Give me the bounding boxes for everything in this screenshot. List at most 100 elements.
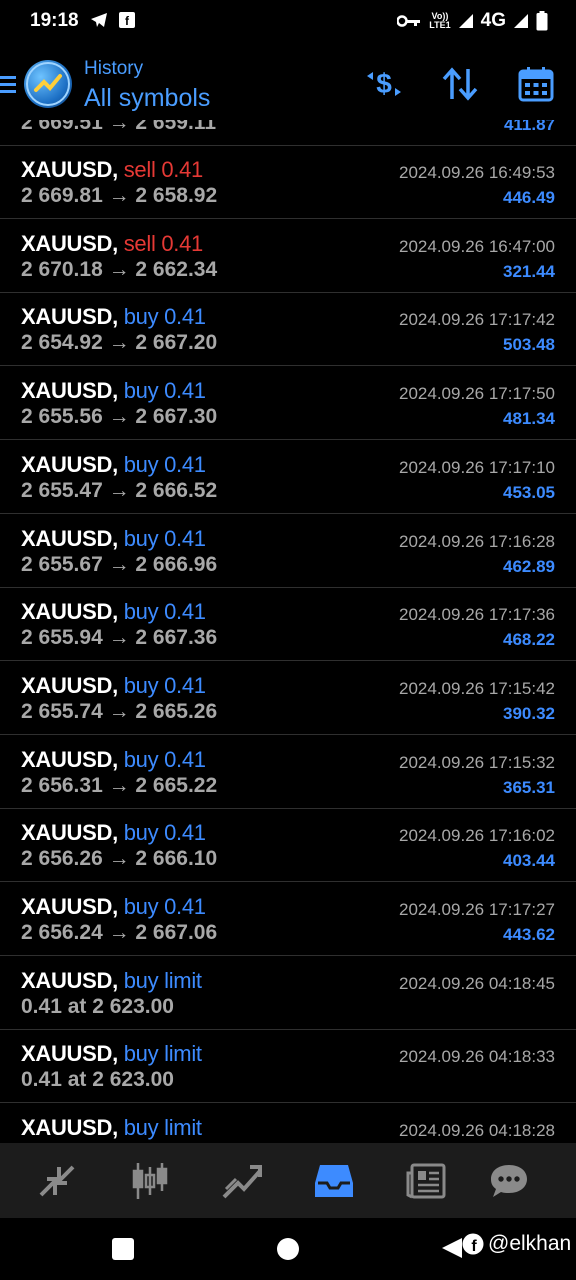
facebook-logo-icon: f [462, 1233, 484, 1255]
table-row[interactable]: XAUUSD, buy 0.41 2 655.94 → 2 667.36 2024.… [0, 588, 576, 662]
trade-chart-icon [222, 1165, 262, 1199]
nav-trade[interactable] [222, 1161, 262, 1201]
table-row[interactable]: XAUUSD, buy limit 2024.09.26 04:18:28 [0, 1104, 576, 1143]
row-time: 2024.09.26 17:15:32 [399, 752, 555, 772]
row-profit: 481.34 [503, 409, 555, 429]
table-row[interactable]: XAUUSD, buy 0.41 2 655.47 → 2 666.52 2024.… [0, 441, 576, 514]
symbol-name: XAUUSD, [21, 1115, 118, 1141]
symbol-name: XAUUSD, [21, 304, 118, 330]
chat-bubble-icon [491, 1165, 527, 1197]
trade-side: buy 0.41 [123, 304, 206, 330]
signal-icon-2 [514, 14, 528, 28]
table-row[interactable]: XAUUSD, buy 0.41 2 655.74 → 2 665.26 2024.… [0, 662, 576, 735]
row-prices: 2 670.18 → 2 662.34 [21, 257, 218, 281]
home-button[interactable] [277, 1238, 299, 1260]
table-row[interactable]: XAUUSD, buy 0.41 2 656.31 → 2 665.22 2024.… [0, 736, 576, 809]
bottom-navigation [0, 1143, 576, 1218]
row-time: 2024.09.26 04:18:45 [399, 973, 555, 993]
row-symbol: XAUUSD, buy 0.41 [21, 304, 206, 330]
row-symbol: XAUUSD, buy 0.41 [21, 452, 206, 478]
watermark: f @elkhan [462, 1232, 571, 1256]
table-row[interactable]: XAUUSD, buy 0.41 2 656.26 → 2 666.10 2024.… [0, 809, 576, 883]
nav-chart[interactable] [130, 1161, 170, 1201]
row-profit: 503.48 [503, 335, 555, 355]
currency-filter-button[interactable]: $ [364, 66, 404, 102]
row-profit: 468.22 [503, 630, 555, 650]
row-prices: 2 669.51 → 2 659.11 [21, 120, 216, 134]
dollar-exchange-icon: $ [367, 68, 401, 99]
volte-indicator: Vo)) LTE1 [429, 11, 451, 30]
table-row-partial[interactable]: 2 669.51 → 2 659.11 411.87 [0, 120, 576, 146]
network-type: 4G [480, 10, 506, 31]
symbol-name: XAUUSD, [21, 894, 118, 919]
svg-text:$: $ [376, 68, 392, 99]
svg-text:f: f [471, 1238, 477, 1255]
recent-apps-button[interactable] [112, 1238, 134, 1260]
app-header: History All symbols $ [0, 44, 576, 120]
facebook-notification-icon: f [119, 12, 135, 28]
row-symbol: XAUUSD, buy limit [21, 1041, 202, 1067]
row-symbol: XAUUSD, buy limit [21, 968, 202, 994]
symbol-name: XAUUSD, [21, 451, 118, 477]
trade-side: buy 0.41 [123, 451, 206, 477]
table-row[interactable]: XAUUSD, buy limit 0.41 at 2 623.00 2024.09… [0, 957, 576, 1030]
header-actions: $ [364, 66, 556, 102]
table-row[interactable]: XAUUSD, sell 0.41 2 670.18 → 2 662.34 2024… [0, 220, 576, 293]
table-row[interactable]: XAUUSD, buy 0.41 2 654.92 → 2 667.20 2024.… [0, 293, 576, 367]
row-prices: 2 656.26 → 2 666.10 [21, 847, 218, 871]
row-profit: 462.89 [503, 556, 555, 576]
row-profit: 321.44 [503, 261, 555, 281]
row-profit: 411.87 [503, 120, 555, 134]
candlestick-icon [132, 1163, 168, 1199]
quotes-arrows-icon [39, 1165, 75, 1197]
trade-side: sell 0.41 [123, 157, 204, 182]
trade-side: buy 0.41 [123, 746, 206, 772]
nav-quotes[interactable] [37, 1161, 77, 1201]
status-time: 19:18 [30, 10, 79, 31]
row-prices: 2 655.74 → 2 665.26 [21, 699, 218, 723]
row-symbol: XAUUSD, buy 0.41 [21, 673, 206, 699]
watermark-handle: @elkhan [488, 1232, 572, 1255]
nav-chat[interactable] [489, 1161, 529, 1201]
table-row[interactable]: XAUUSD, sell 0.41 2 669.81 → 2 658.92 2024… [0, 146, 576, 219]
calendar-button[interactable] [516, 66, 556, 102]
newspaper-icon [406, 1163, 446, 1199]
row-symbol: XAUUSD, buy 0.41 [21, 820, 206, 846]
row-symbol: XAUUSD, buy 0.41 [21, 378, 206, 404]
row-time: 2024.09.26 17:17:50 [399, 384, 555, 404]
symbol-name: XAUUSD, [21, 967, 118, 993]
nav-news[interactable] [406, 1161, 446, 1201]
system-navigation-bar: f @elkhan [0, 1218, 576, 1280]
symbol-name: XAUUSD, [21, 599, 118, 625]
trade-side: buy 0.41 [123, 894, 206, 919]
table-row[interactable]: XAUUSD, buy limit 0.41 at 2 623.00 2024.09… [0, 1030, 576, 1104]
signal-icon [458, 14, 473, 28]
status-right: Vo)) LTE1 4G [397, 10, 548, 32]
row-time: 2024.09.26 17:17:42 [399, 310, 555, 330]
trade-history-list[interactable]: 2 669.51 → 2 659.11 411.87 XAUUSD, sell … [0, 120, 576, 1143]
hamburger-menu-icon[interactable] [0, 76, 16, 94]
row-prices: 2 655.47 → 2 666.52 [21, 478, 218, 502]
table-row[interactable]: XAUUSD, buy 0.41 2 655.67 → 2 666.96 2024.… [0, 515, 576, 588]
row-time: 2024.09.26 17:15:42 [399, 678, 555, 698]
table-row[interactable]: XAUUSD, buy 0.41 2 655.56 → 2 667.30 2024.… [0, 367, 576, 441]
symbol-name: XAUUSD, [21, 525, 118, 551]
row-symbol: XAUUSD, buy limit [21, 1115, 202, 1141]
trade-side: buy limit [123, 1115, 202, 1141]
row-time: 2024.09.26 04:18:33 [399, 1047, 555, 1067]
row-profit: 365.31 [503, 777, 555, 797]
row-profit: 443.62 [503, 925, 555, 944]
row-time: 2024.09.26 17:16:28 [399, 531, 555, 551]
row-prices: 0.41 at 2 623.00 [21, 1068, 174, 1092]
row-prices: 2 656.24 → 2 667.06 [21, 921, 218, 944]
key-icon [397, 15, 421, 27]
back-triangle-icon[interactable] [440, 1236, 464, 1260]
symbol-name: XAUUSD, [21, 1041, 118, 1067]
status-bar: 19:18 f Vo)) LTE1 4G [0, 0, 576, 44]
nav-history[interactable] [314, 1161, 354, 1201]
header-title[interactable]: All symbols [84, 84, 210, 113]
sort-button[interactable] [440, 66, 480, 102]
table-row[interactable]: XAUUSD, buy 0.41 2 656.24 → 2 667.06 2024.… [0, 883, 576, 956]
trade-side: buy 0.41 [123, 378, 206, 404]
trade-side: buy limit [123, 1041, 202, 1067]
